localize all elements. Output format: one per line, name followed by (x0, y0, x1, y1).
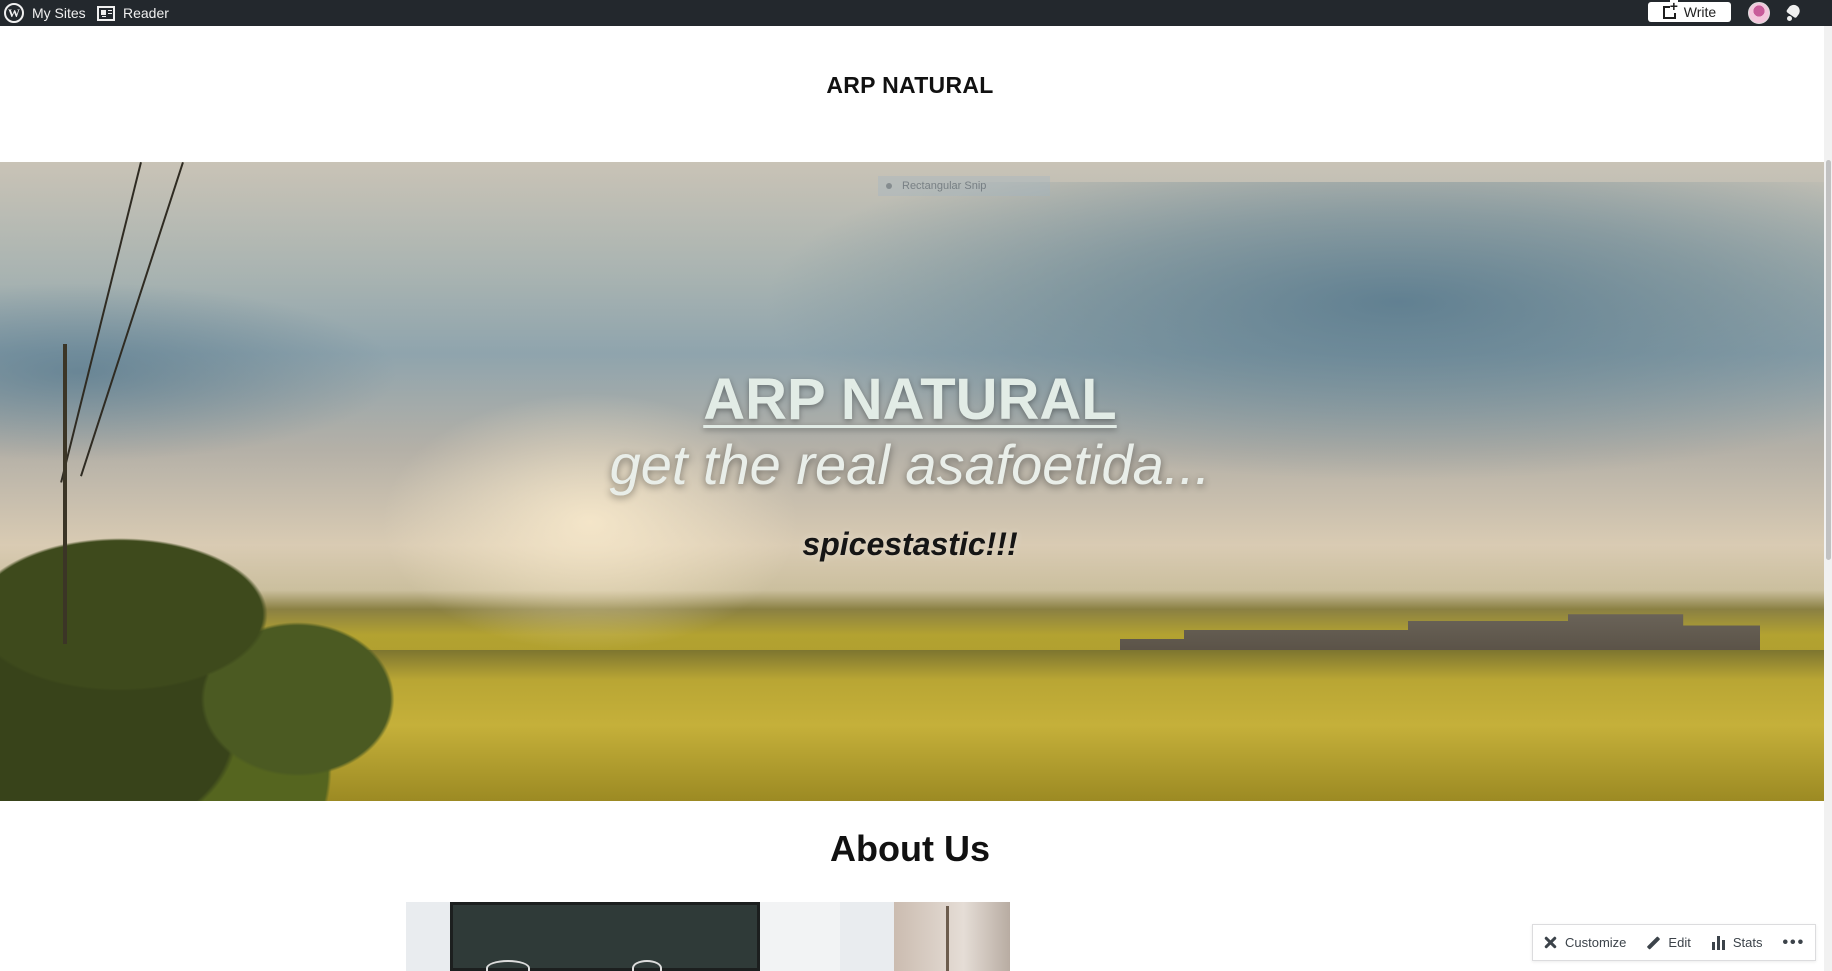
admin-bar: W My Sites Reader Write (0, 0, 1832, 26)
site-title[interactable]: ARP NATURAL (0, 72, 1820, 99)
reader-label: Reader (123, 5, 169, 21)
rectangular-snip-overlay: Rectangular Snip (878, 176, 1050, 196)
about-image (406, 902, 1010, 971)
notifications-icon[interactable] (1786, 4, 1804, 22)
snip-label: Rectangular Snip (902, 180, 987, 192)
pencil-icon (1647, 935, 1661, 950)
about-image-wall (760, 902, 840, 971)
scrollbar-thumb[interactable] (1826, 160, 1831, 560)
my-sites-button[interactable]: W My Sites (4, 0, 86, 26)
reader-button[interactable]: Reader (97, 0, 169, 26)
write-label: Write (1683, 4, 1717, 20)
customize-label: Customize (1565, 935, 1627, 950)
write-icon (1662, 0, 1678, 19)
site-action-bar: Customize Edit Stats ••• (1532, 924, 1816, 961)
reader-icon (97, 5, 115, 21)
hero-trees (0, 462, 480, 801)
customize-button[interactable]: Customize (1533, 925, 1636, 960)
more-options-icon[interactable]: ••• (1772, 934, 1815, 952)
my-sites-label: My Sites (32, 5, 86, 21)
snip-icon (886, 183, 892, 189)
about-image-plant (946, 906, 949, 971)
about-heading: About Us (830, 828, 990, 869)
about-image-detail (486, 960, 530, 971)
stats-label: Stats (1732, 935, 1763, 950)
about-image-shelf (894, 902, 1010, 971)
about-image-detail (632, 960, 662, 971)
wordpress-logo-icon: W (4, 3, 24, 23)
avatar[interactable] (1748, 2, 1770, 24)
hero-banner: Rectangular Snip ARP NATURAL get the rea… (0, 162, 1824, 801)
hero-title-link[interactable]: ARP NATURAL (0, 366, 1820, 433)
edit-label: Edit (1668, 935, 1691, 950)
stats-button[interactable]: Stats (1701, 925, 1773, 960)
hero-tagline: get the real asafoetida... (609, 433, 1211, 496)
edit-button[interactable]: Edit (1636, 925, 1700, 960)
hero-subtitle: spicestastic!!! (802, 526, 1018, 562)
write-button[interactable]: Write (1648, 0, 1731, 22)
customize-icon (1543, 935, 1558, 950)
stats-icon (1711, 935, 1726, 950)
